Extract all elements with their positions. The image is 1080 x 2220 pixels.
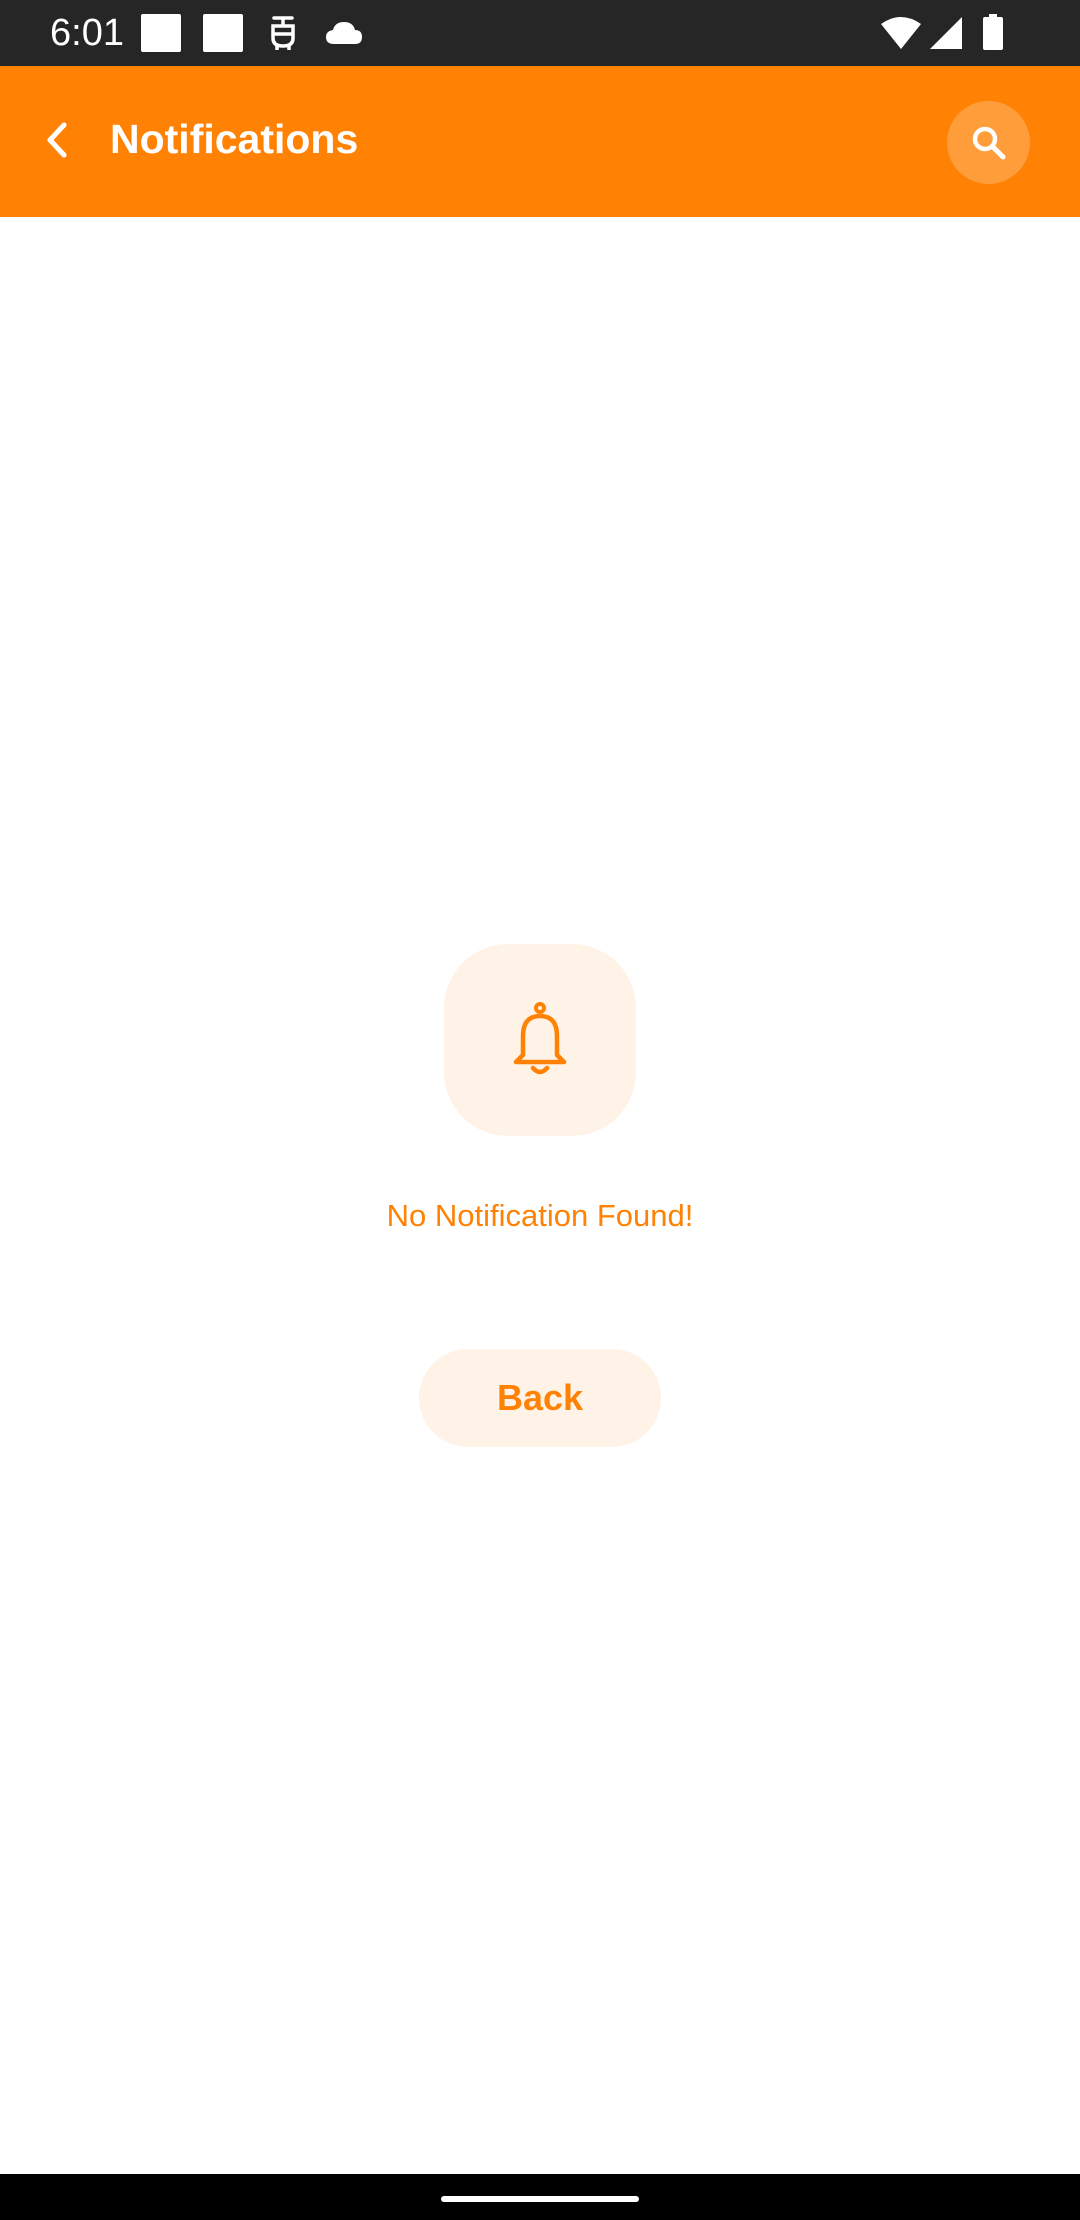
search-icon — [972, 126, 1005, 159]
assistant-icon — [271, 16, 295, 50]
notification-square-icon — [141, 14, 181, 52]
home-indicator[interactable] — [441, 2196, 639, 2202]
notification-square-icon — [203, 14, 243, 52]
empty-state-message: No Notification Found! — [386, 1198, 694, 1233]
signal-icon — [930, 17, 962, 49]
status-time: 6:01 — [50, 12, 124, 54]
search-button[interactable] — [947, 101, 1030, 184]
navigation-bar — [0, 2174, 1080, 2220]
battery-icon — [983, 14, 1003, 50]
wifi-icon — [881, 17, 921, 49]
back-button[interactable]: Back — [419, 1349, 661, 1447]
cloud-icon — [326, 22, 362, 44]
page-title: Notifications — [110, 116, 359, 162]
app-bar: Notifications — [0, 66, 1080, 217]
empty-state-icon-container — [444, 944, 636, 1136]
status-bar: 6:01 — [0, 0, 1080, 66]
chevron-left-icon[interactable] — [30, 112, 86, 168]
bell-icon — [513, 1002, 567, 1075]
